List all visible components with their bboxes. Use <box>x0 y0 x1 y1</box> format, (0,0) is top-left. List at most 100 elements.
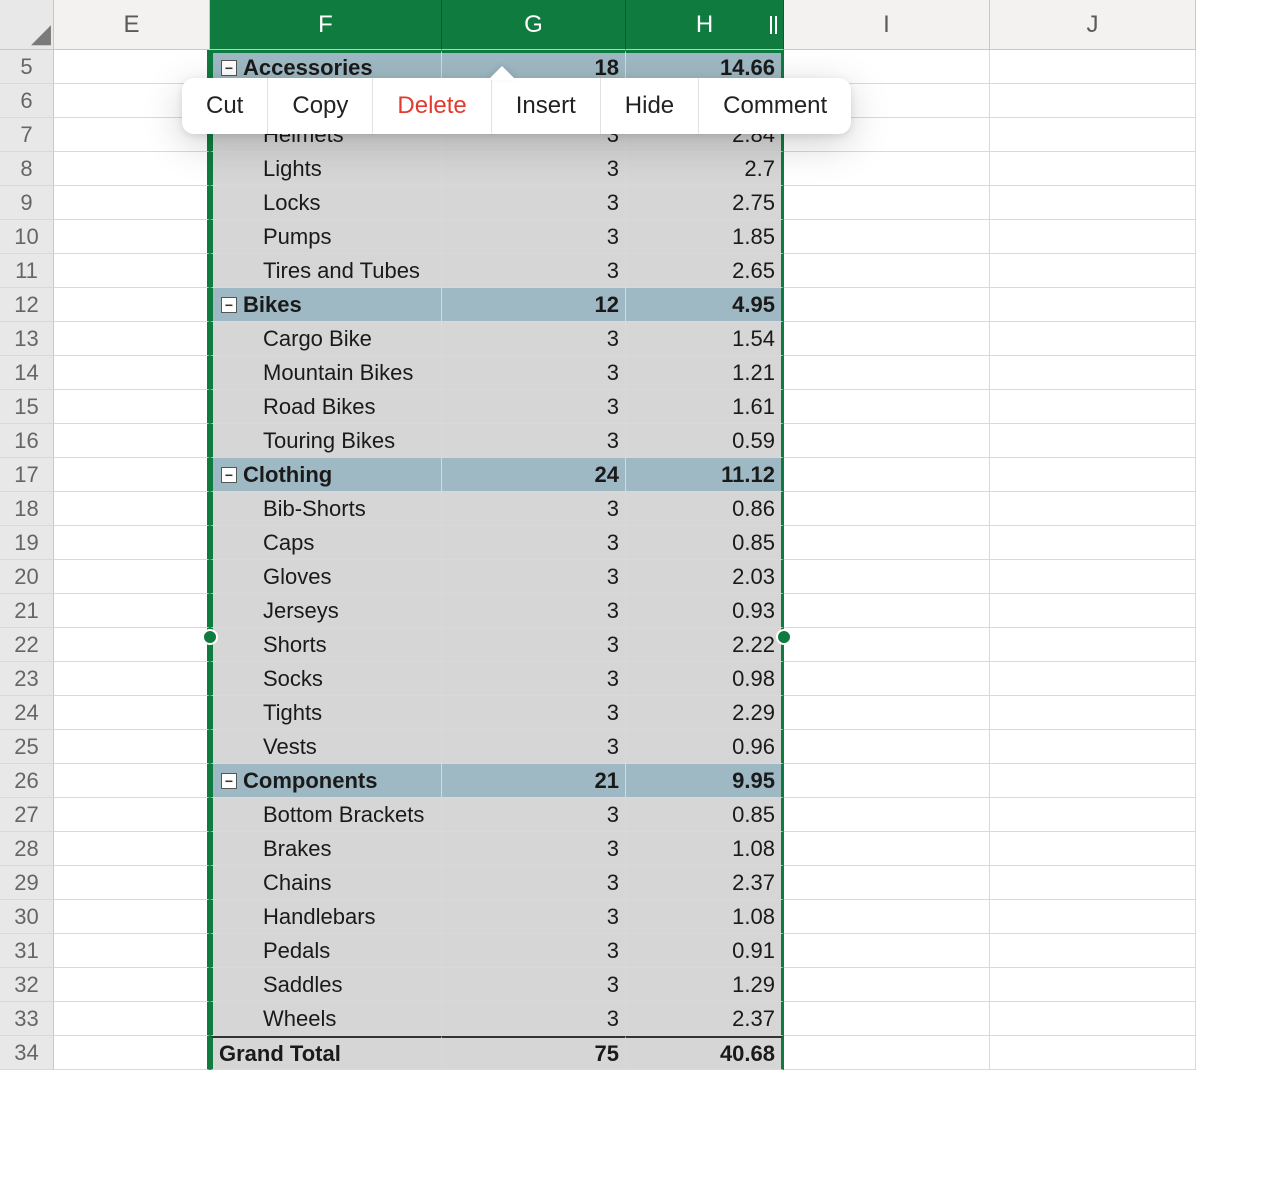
row-header[interactable]: 20 <box>0 560 54 594</box>
cell[interactable] <box>54 458 210 492</box>
value-cell-h[interactable]: 0.98 <box>626 662 784 696</box>
item-label-cell[interactable]: Pumps <box>210 220 442 254</box>
cell[interactable] <box>54 390 210 424</box>
row-header[interactable]: 14 <box>0 356 54 390</box>
cell[interactable] <box>784 526 990 560</box>
cell[interactable] <box>784 424 990 458</box>
cell[interactable] <box>784 866 990 900</box>
value-cell-h[interactable]: 9.95 <box>626 764 784 798</box>
cell[interactable] <box>990 220 1196 254</box>
row-header[interactable]: 11 <box>0 254 54 288</box>
cell[interactable] <box>990 900 1196 934</box>
grid-row[interactable]: 17−Clothing2411.12 <box>0 458 1280 492</box>
cell[interactable] <box>784 730 990 764</box>
grid-row[interactable]: 33Wheels32.37 <box>0 1002 1280 1036</box>
value-cell-h[interactable]: 2.7 <box>626 152 784 186</box>
cell[interactable] <box>784 832 990 866</box>
row-header[interactable]: 18 <box>0 492 54 526</box>
grid-row[interactable]: 13Cargo Bike31.54 <box>0 322 1280 356</box>
cell[interactable] <box>990 730 1196 764</box>
value-cell-h[interactable]: 1.61 <box>626 390 784 424</box>
item-label-cell[interactable]: Shorts <box>210 628 442 662</box>
menu-item-cut[interactable]: Cut <box>182 78 268 134</box>
cell[interactable] <box>54 730 210 764</box>
item-label-cell[interactable]: Saddles <box>210 968 442 1002</box>
value-cell-g[interactable]: 3 <box>442 152 626 186</box>
cell[interactable] <box>784 934 990 968</box>
grid-row[interactable]: 9Locks32.75 <box>0 186 1280 220</box>
cell[interactable] <box>54 254 210 288</box>
cell[interactable] <box>990 254 1196 288</box>
cell[interactable] <box>54 866 210 900</box>
column-header-G[interactable]: G <box>442 0 626 50</box>
row-header[interactable]: 8 <box>0 152 54 186</box>
value-cell-h[interactable]: 0.85 <box>626 526 784 560</box>
item-label-cell[interactable]: Caps <box>210 526 442 560</box>
grid-row[interactable]: 25Vests30.96 <box>0 730 1280 764</box>
row-header[interactable]: 16 <box>0 424 54 458</box>
cell[interactable] <box>54 764 210 798</box>
grid-row[interactable]: 20Gloves32.03 <box>0 560 1280 594</box>
grid-row[interactable]: 27Bottom Brackets30.85 <box>0 798 1280 832</box>
cell[interactable] <box>784 186 990 220</box>
value-cell-h[interactable]: 2.37 <box>626 1002 784 1036</box>
grid-row[interactable]: 24Tights32.29 <box>0 696 1280 730</box>
cell[interactable] <box>54 1036 210 1070</box>
cell[interactable] <box>990 662 1196 696</box>
item-label-cell[interactable]: Wheels <box>210 1002 442 1036</box>
cell[interactable] <box>784 594 990 628</box>
cell[interactable] <box>54 628 210 662</box>
value-cell-h[interactable]: 0.85 <box>626 798 784 832</box>
grid-row[interactable]: 34Grand Total7540.68 <box>0 1036 1280 1070</box>
cell[interactable] <box>54 152 210 186</box>
cell[interactable] <box>784 220 990 254</box>
cell[interactable] <box>784 628 990 662</box>
grid-row[interactable]: 15Road Bikes31.61 <box>0 390 1280 424</box>
cell[interactable] <box>784 390 990 424</box>
collapse-icon[interactable]: − <box>221 297 237 313</box>
cell[interactable] <box>990 560 1196 594</box>
value-cell-g[interactable]: 3 <box>442 220 626 254</box>
column-header-E[interactable]: E <box>54 0 210 50</box>
value-cell-h[interactable]: 1.08 <box>626 900 784 934</box>
value-cell-g[interactable]: 3 <box>442 356 626 390</box>
selection-handle-right[interactable] <box>776 629 792 645</box>
grid-row[interactable]: 18Bib-Shorts30.86 <box>0 492 1280 526</box>
row-header[interactable]: 15 <box>0 390 54 424</box>
cell[interactable] <box>990 594 1196 628</box>
value-cell-g[interactable]: 75 <box>442 1036 626 1070</box>
value-cell-g[interactable]: 3 <box>442 322 626 356</box>
item-label-cell[interactable]: Brakes <box>210 832 442 866</box>
value-cell-h[interactable]: 2.65 <box>626 254 784 288</box>
cell[interactable] <box>54 492 210 526</box>
row-header[interactable]: 5 <box>0 50 54 84</box>
value-cell-g[interactable]: 3 <box>442 1002 626 1036</box>
value-cell-g[interactable]: 21 <box>442 764 626 798</box>
value-cell-h[interactable]: 2.03 <box>626 560 784 594</box>
cell[interactable] <box>784 356 990 390</box>
value-cell-g[interactable]: 24 <box>442 458 626 492</box>
cell[interactable] <box>784 1002 990 1036</box>
cell[interactable] <box>54 356 210 390</box>
selection-handle-left[interactable] <box>202 629 218 645</box>
value-cell-h[interactable]: 2.37 <box>626 866 784 900</box>
value-cell-g[interactable]: 3 <box>442 696 626 730</box>
value-cell-g[interactable]: 3 <box>442 798 626 832</box>
cell[interactable] <box>54 900 210 934</box>
menu-item-comment[interactable]: Comment <box>699 78 851 134</box>
group-label-cell[interactable]: −Components <box>210 764 442 798</box>
cell[interactable] <box>54 934 210 968</box>
grid-row[interactable]: 28Brakes31.08 <box>0 832 1280 866</box>
row-header[interactable]: 7 <box>0 118 54 152</box>
cell[interactable] <box>784 1036 990 1070</box>
cell[interactable] <box>990 798 1196 832</box>
value-cell-g[interactable]: 3 <box>442 594 626 628</box>
cell[interactable] <box>784 322 990 356</box>
cell[interactable] <box>784 288 990 322</box>
cell[interactable] <box>990 1002 1196 1036</box>
cell[interactable] <box>54 560 210 594</box>
value-cell-h[interactable]: 2.29 <box>626 696 784 730</box>
grid-body[interactable]: 5−Accessories1814.6667Helmets32.848Light… <box>0 50 1280 1070</box>
cell[interactable] <box>784 696 990 730</box>
value-cell-g[interactable]: 3 <box>442 832 626 866</box>
